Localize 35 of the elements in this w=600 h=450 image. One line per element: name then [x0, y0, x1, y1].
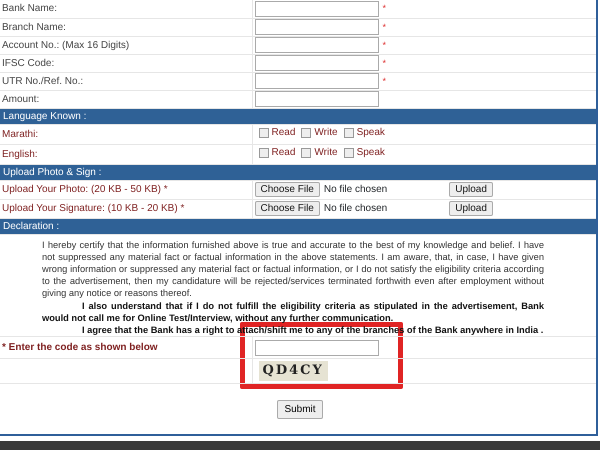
field-label: Branch Name:	[2, 22, 66, 32]
language-label: English:	[2, 148, 38, 160]
field-label: UTR No./Ref. No.:	[2, 76, 84, 86]
field-label: Bank Name:	[2, 3, 58, 14]
captcha-label: * Enter the code as shown below	[2, 342, 158, 354]
required-mark: *	[382, 3, 386, 14]
required-mark: *	[382, 40, 386, 50]
declaration-text: I also understand that if I do not fulfill the eligibility criteria as stipulated in the advertisement, Bank would not call me for Online Test/Interview, without any further communication.	[42, 300, 544, 324]
section-header: Declaration :	[3, 220, 60, 232]
checkbox-label: Read	[272, 126, 296, 140]
field-label: Account No.: (Max 16 Digits)	[2, 40, 130, 50]
checkbox-label: Speak	[356, 146, 385, 160]
upload-label: Upload Your Photo: (20 KB - 50 KB) *	[2, 184, 168, 195]
checkbox-label: Speak	[356, 126, 385, 140]
required-mark: *	[382, 76, 386, 86]
upload-label: Upload Your Signature: (10 KB - 20 KB) *	[2, 203, 184, 214]
upload-button[interactable]: Upload	[449, 201, 493, 216]
checkbox-label: Write	[314, 126, 338, 140]
declaration-text: I hereby certify that the information furnished above is true and accurate to the best of my knowledge and belief. I have not suppressed any material fact or factual information in the above statements. I am aware, that, in case, I have given wrong information or suppressed any material fact or factual information, or I do not satisfy the eligibility criteria according to the advertisement, then my candidature will be rejected/services terminated forthwith even after employment without giving any notice or reasons thereof.	[42, 238, 544, 300]
upload-button[interactable]: Upload	[449, 182, 493, 197]
required-mark: *	[382, 22, 386, 32]
submit-button[interactable]: Submit	[277, 400, 323, 420]
field-label: Amount:	[2, 94, 40, 104]
file-status: No file chosen	[324, 202, 388, 216]
checkbox-label: Read	[272, 146, 296, 160]
section-header: Language Known :	[3, 110, 86, 122]
choose-file-button[interactable]: Choose File	[254, 182, 320, 197]
required-mark: *	[382, 58, 386, 68]
captcha-image: QD4CY	[258, 361, 328, 382]
choose-file-button[interactable]: Choose File	[254, 201, 320, 216]
checkbox-label: Write	[314, 146, 338, 160]
section-header: Upload Photo & Sign :	[3, 166, 102, 178]
file-status: No file chosen	[324, 183, 388, 197]
field-label: IFSC Code:	[2, 58, 54, 68]
language-label: Marathi:	[2, 128, 38, 140]
